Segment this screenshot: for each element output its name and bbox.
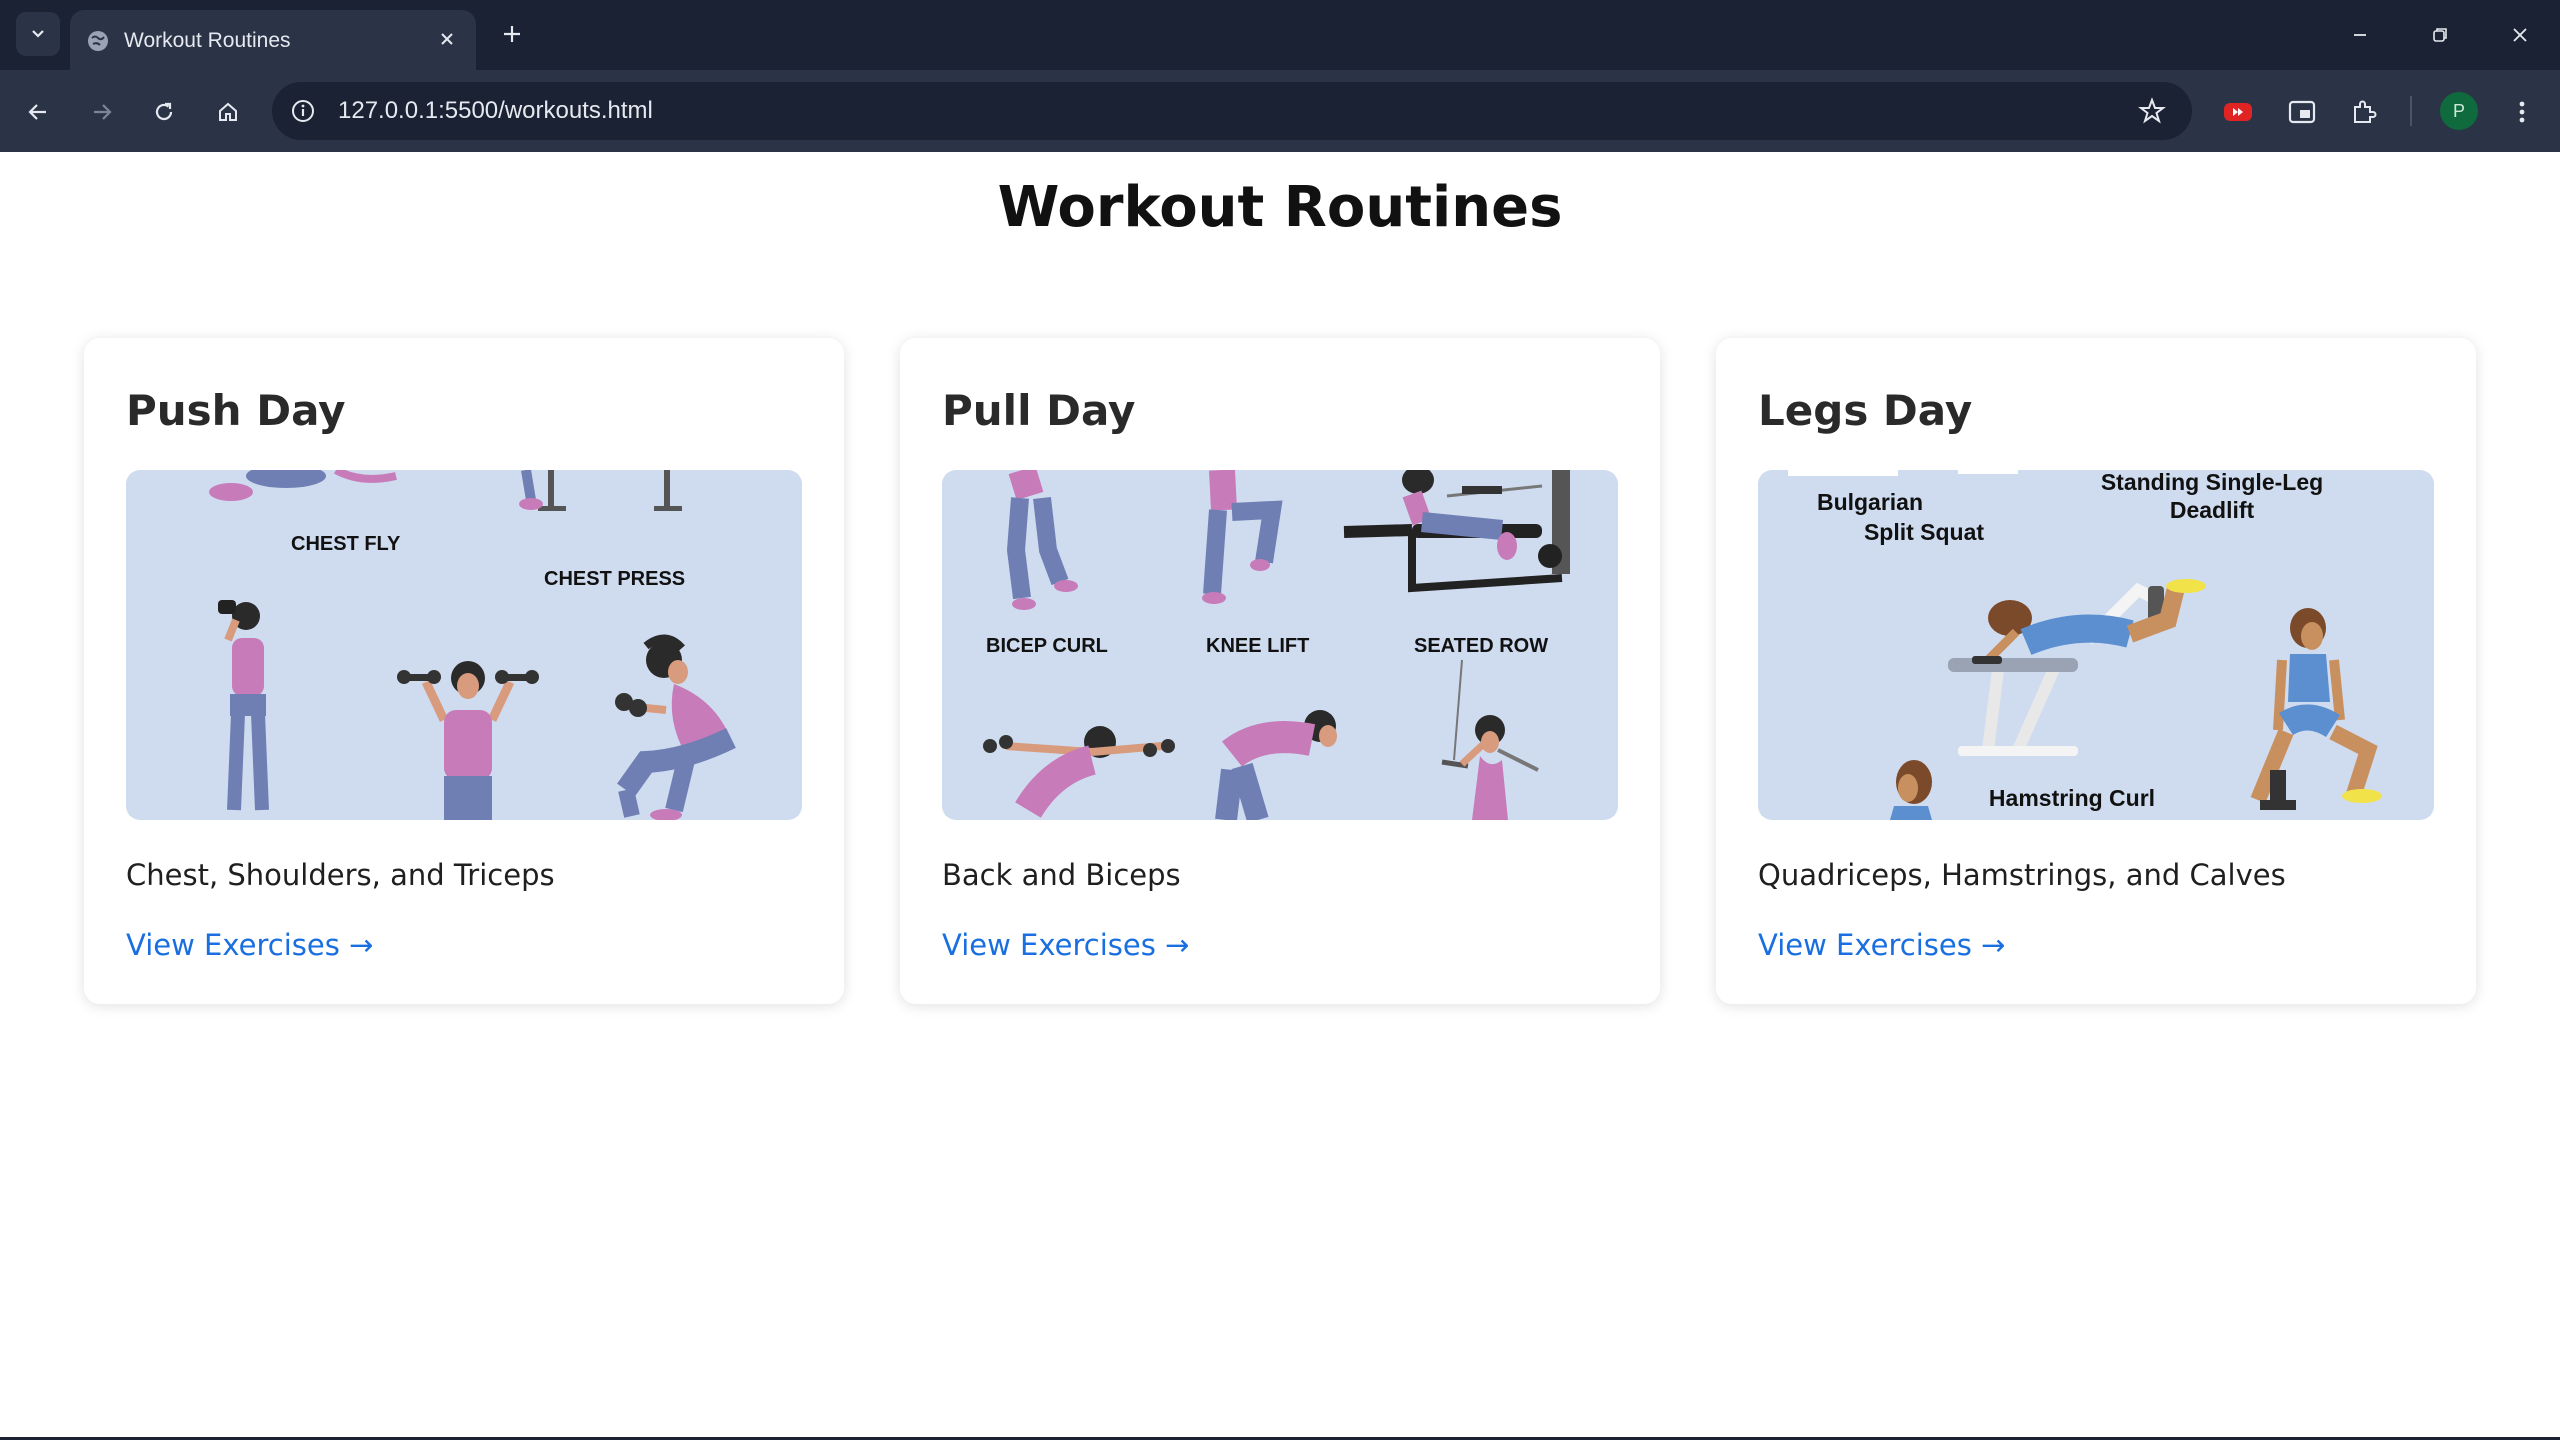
browser-toolbar: 127.0.0.1:5500/workouts.html P — [0, 70, 2560, 152]
youtube-icon — [2224, 103, 2252, 121]
card-description: Chest, Shoulders, and Triceps — [126, 858, 555, 892]
image-label: CHEST PRESS — [544, 568, 685, 590]
reload-icon — [155, 102, 173, 121]
browser-tab[interactable]: Workout Routines — [70, 10, 476, 72]
extensions-button[interactable] — [2342, 90, 2386, 134]
view-exercises-link[interactable]: View Exercises → — [126, 928, 373, 962]
image-label: Split Squat — [1864, 519, 1984, 545]
chevron-down-icon — [32, 30, 44, 38]
media-button[interactable] — [2280, 90, 2324, 134]
image-label: BICEP CURL — [986, 635, 1108, 657]
tab-close-button[interactable] — [432, 24, 462, 54]
tab-search-button[interactable] — [16, 12, 60, 56]
globe-icon — [88, 31, 108, 51]
push-day-image: CHEST FLY CHEST PRESS — [126, 470, 802, 820]
card-legs-day: Legs Day Bulgarian Split Squat Standing … — [1716, 338, 2476, 1004]
home-icon — [219, 102, 237, 121]
image-label: CHEST FLY — [291, 533, 401, 555]
card-title: Pull Day — [942, 386, 1136, 435]
home-button[interactable] — [206, 90, 250, 134]
new-tab-button[interactable] — [494, 16, 530, 52]
arrow-left-icon — [28, 104, 46, 120]
minimize-icon — [2354, 34, 2366, 36]
reload-button[interactable] — [142, 90, 186, 134]
card-pull-day: Pull Day BICEP CURL KNEE LIFT SEATED ROW… — [900, 338, 1660, 1004]
puzzle-icon — [2354, 100, 2377, 123]
view-exercises-link[interactable]: View Exercises → — [1758, 928, 2005, 962]
card-description: Quadriceps, Hamstrings, and Calves — [1758, 858, 2286, 892]
image-label: Deadlift — [2170, 497, 2255, 523]
address-bar[interactable]: 127.0.0.1:5500/workouts.html — [272, 82, 2192, 140]
picture-in-picture-icon — [2288, 100, 2316, 124]
info-icon[interactable] — [290, 98, 316, 124]
minimize-button[interactable] — [2330, 10, 2390, 60]
close-icon — [441, 33, 453, 45]
restore-button[interactable] — [2410, 10, 2470, 60]
push-exercises-illustration: CHEST FLY CHEST PRESS — [209, 470, 736, 820]
legs-day-image: Bulgarian Split Squat Standing Single-Le… — [1758, 470, 2434, 820]
toolbar-separator — [2410, 96, 2412, 126]
restore-icon — [2433, 28, 2447, 42]
profile-avatar[interactable]: P — [2440, 92, 2478, 130]
image-label: Standing Single-Leg — [2101, 470, 2323, 495]
image-label: SEATED ROW — [1414, 635, 1548, 657]
url-text[interactable]: 127.0.0.1:5500/workouts.html — [338, 97, 653, 125]
forward-button[interactable] — [80, 90, 124, 134]
close-window-button[interactable] — [2490, 10, 2550, 60]
page-title: Workout Routines — [997, 175, 1563, 240]
youtube-extension-button[interactable] — [2216, 90, 2260, 134]
view-exercises-link[interactable]: View Exercises → — [942, 928, 1189, 962]
menu-button[interactable] — [2500, 90, 2544, 134]
image-label: Hamstring Curl — [1989, 785, 2155, 811]
card-title: Legs Day — [1758, 386, 1973, 435]
pull-day-image: BICEP CURL KNEE LIFT SEATED ROW — [942, 470, 1618, 820]
card-title: Push Day — [126, 386, 346, 435]
card-description: Back and Biceps — [942, 858, 1181, 892]
image-label: Bulgarian — [1817, 489, 1923, 515]
card-push-day: Push Day CHEST FLY CHEST PRESS Chest, Sh… — [84, 338, 844, 1004]
legs-exercises-illustration: Bulgarian Split Squat Standing Single-Le… — [1788, 470, 2382, 820]
close-icon — [2513, 28, 2527, 42]
browser-titlebar: Workout Routines — [0, 0, 2560, 72]
image-label: KNEE LIFT — [1206, 635, 1309, 657]
tab-title: Workout Routines — [124, 29, 291, 52]
pull-exercises-illustration: BICEP CURL KNEE LIFT SEATED ROW — [983, 470, 1570, 820]
more-vertical-icon — [2519, 101, 2525, 123]
bookmark-star-icon[interactable] — [2138, 97, 2166, 125]
back-button[interactable] — [16, 90, 60, 134]
arrow-right-icon — [94, 104, 112, 120]
plus-icon — [504, 26, 520, 42]
